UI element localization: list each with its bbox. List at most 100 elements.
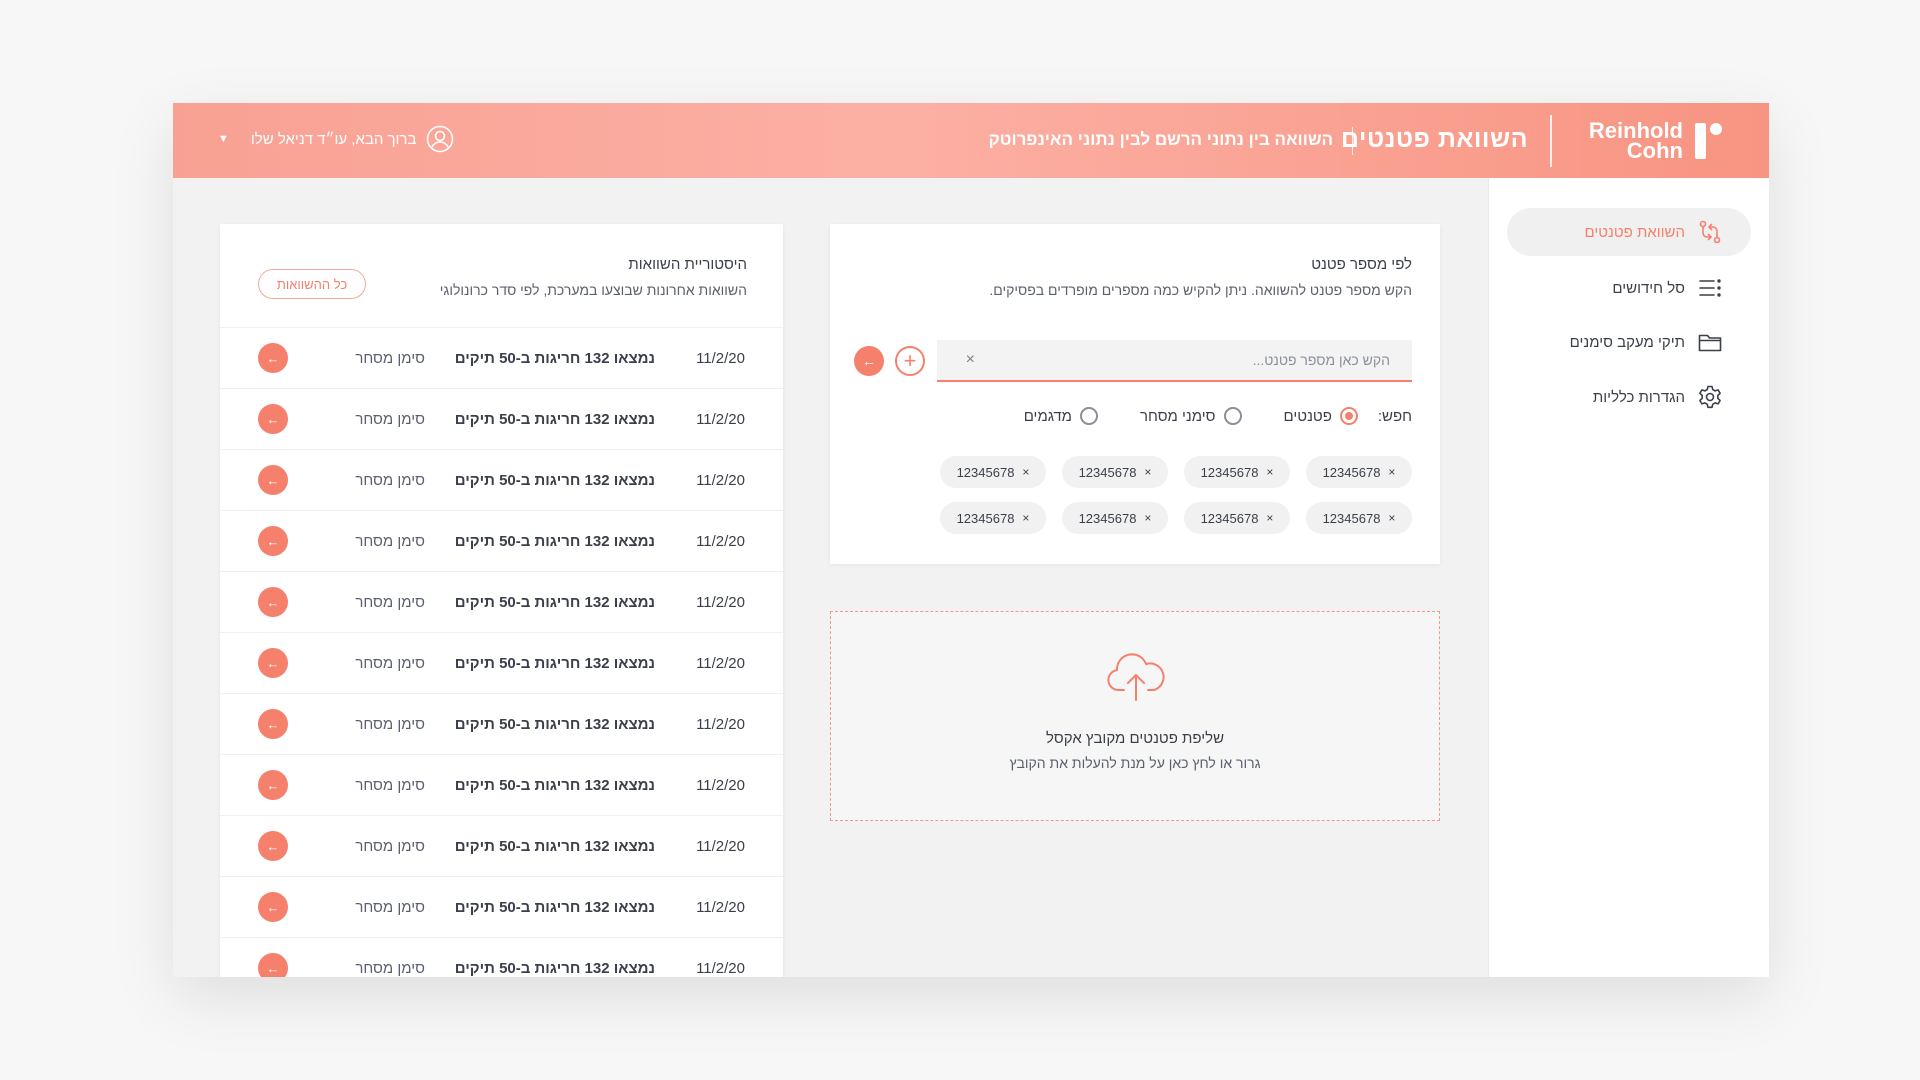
- chip-remove-icon[interactable]: ×: [1266, 511, 1273, 525]
- caret-down-icon[interactable]: ▼: [218, 133, 229, 145]
- history-row[interactable]: 11/2/20 נמצאו 132 חריגות ב-50 תיקים סימן…: [220, 328, 783, 389]
- chip-label: 12345678: [1200, 464, 1259, 480]
- chip-remove-icon[interactable]: ×: [1022, 511, 1029, 525]
- history-list: 11/2/20 נמצאו 132 חריגות ב-50 תיקים סימן…: [220, 327, 783, 977]
- logo[interactable]: Reinhold Cohn: [1577, 119, 1727, 163]
- row-summary: נמצאו 132 חריגות ב-50 תיקים: [454, 410, 655, 428]
- row-date: 11/2/20: [696, 715, 745, 733]
- arrow-left-icon[interactable]: ←: [258, 770, 288, 800]
- chip-label: 12345678: [1078, 510, 1137, 526]
- row-type: סימן מסחר: [355, 471, 425, 489]
- row-summary: נמצאו 132 חריגות ב-50 תיקים: [454, 959, 655, 977]
- sidebar-item-label: סל חידושים: [1612, 279, 1685, 297]
- logo-mark-icon: [1693, 119, 1727, 163]
- history-row[interactable]: 11/2/20 נמצאו 132 חריגות ב-50 תיקים סימן…: [220, 877, 783, 938]
- history-row[interactable]: 11/2/20 נמצאו 132 חריגות ב-50 תיקים סימן…: [220, 694, 783, 755]
- patent-chip: × 12345678: [940, 502, 1046, 534]
- excel-upload-dropzone[interactable]: שליפת פטנטים מקובץ אקסל גרור או לחץ כאן …: [830, 611, 1440, 821]
- filter-radio-trademarks[interactable]: סימני מסחר: [1140, 407, 1242, 425]
- history-row[interactable]: 11/2/20 נמצאו 132 חריגות ב-50 תיקים סימן…: [220, 450, 783, 511]
- upload-title: שליפת פטנטים מקובץ אקסל: [1045, 730, 1225, 747]
- chip-remove-icon[interactable]: ×: [1144, 511, 1151, 525]
- row-date: 11/2/20: [696, 471, 745, 489]
- list-icon: [1699, 279, 1721, 297]
- chip-remove-icon[interactable]: ×: [1022, 465, 1029, 479]
- arrow-left-icon[interactable]: ←: [258, 648, 288, 678]
- chip-label: 12345678: [1322, 464, 1381, 480]
- history-row[interactable]: 11/2/20 נמצאו 132 חריגות ב-50 תיקים סימן…: [220, 633, 783, 694]
- submit-search-button[interactable]: ←: [854, 346, 884, 376]
- history-row[interactable]: 11/2/20 נמצאו 132 חריגות ב-50 תיקים סימן…: [220, 755, 783, 816]
- row-summary: נמצאו 132 חריגות ב-50 תיקים: [454, 471, 655, 489]
- search-card-description: הקש מספר פטנט להשוואה. ניתן להקיש כמה מס…: [989, 282, 1412, 298]
- clear-input-icon[interactable]: ×: [966, 351, 975, 369]
- chip-remove-icon[interactable]: ×: [1266, 465, 1273, 479]
- filter-radio-patents[interactable]: פטנטים: [1284, 407, 1358, 425]
- row-date: 11/2/20: [696, 410, 745, 428]
- all-comparisons-button[interactable]: כל ההשוואות: [258, 269, 366, 299]
- filter-label: חפש:: [1377, 407, 1412, 425]
- top-header: Reinhold Cohn השוואת פטנטים השוואה בין נ…: [173, 103, 1769, 178]
- arrow-left-icon[interactable]: ←: [258, 343, 288, 373]
- arrow-left-icon[interactable]: ←: [258, 953, 288, 977]
- patent-chip: × 12345678: [1306, 502, 1412, 534]
- radio-label: סימני מסחר: [1139, 407, 1216, 425]
- sidebar-item-innovations[interactable]: סל חידושים: [1507, 264, 1751, 312]
- row-date: 11/2/20: [696, 776, 745, 794]
- history-row[interactable]: 11/2/20 נמצאו 132 חריגות ב-50 תיקים סימן…: [220, 816, 783, 877]
- row-type: סימן מסחר: [355, 349, 425, 367]
- header-divider: [1550, 115, 1552, 167]
- add-patent-button[interactable]: +: [895, 346, 925, 376]
- arrow-left-icon[interactable]: ←: [258, 587, 288, 617]
- history-row[interactable]: 11/2/20 נמצאו 132 חריגות ב-50 תיקים סימן…: [220, 389, 783, 450]
- filter-radio-designs[interactable]: מדגמים: [1024, 407, 1098, 425]
- history-row[interactable]: 11/2/20 נמצאו 132 חריגות ב-50 תיקים סימן…: [220, 938, 783, 977]
- patent-chip: × 12345678: [1062, 502, 1168, 534]
- history-row[interactable]: 11/2/20 נמצאו 132 חריגות ב-50 תיקים סימן…: [220, 511, 783, 572]
- user-greeting: ברוך הבא, עו״ד דניאל שלו: [250, 130, 417, 148]
- chip-remove-icon[interactable]: ×: [1144, 465, 1151, 479]
- cloud-upload-icon: [1107, 653, 1165, 701]
- row-summary: נמצאו 132 חריגות ב-50 תיקים: [454, 654, 655, 672]
- arrow-left-icon[interactable]: ←: [258, 709, 288, 739]
- user-menu[interactable]: ברוך הבא, עו״ד דניאל שלו ▼: [218, 125, 454, 153]
- patent-chips: × 12345678 × 12345678 × 12345678 × 12345678 …: [922, 456, 1412, 534]
- search-row: × + ←: [854, 340, 1412, 384]
- chip-remove-icon[interactable]: ×: [1388, 465, 1395, 479]
- chip-remove-icon[interactable]: ×: [1388, 511, 1395, 525]
- search-card-title: לפי מספר פטנט: [1311, 256, 1412, 273]
- compare-arrows-icon: [1699, 220, 1721, 244]
- arrow-left-icon[interactable]: ←: [258, 892, 288, 922]
- patent-chip: × 12345678: [1306, 456, 1412, 488]
- title-separator: [1352, 127, 1353, 155]
- row-type: סימן מסחר: [355, 532, 425, 550]
- sidebar-item-settings[interactable]: הגדרות כלליות: [1507, 373, 1751, 421]
- row-date: 11/2/20: [696, 593, 745, 611]
- page-title: השוואת פטנטים: [1340, 125, 1528, 153]
- row-type: סימן מסחר: [355, 837, 425, 855]
- history-description: השוואות אחרונות שבוצעו במערכת, לפי סדר כ…: [439, 282, 747, 298]
- chip-label: 12345678: [1322, 510, 1381, 526]
- row-type: סימן מסחר: [355, 715, 425, 733]
- sidebar-item-label: תיקי מעקב סימנים: [1569, 333, 1685, 351]
- sidebar-item-label: הגדרות כלליות: [1592, 388, 1685, 406]
- row-summary: נמצאו 132 חריגות ב-50 תיקים: [454, 532, 655, 550]
- row-date: 11/2/20: [696, 959, 745, 977]
- arrow-left-icon[interactable]: ←: [258, 526, 288, 556]
- row-summary: נמצאו 132 חריגות ב-50 תיקים: [454, 715, 655, 733]
- arrow-left-icon[interactable]: ←: [258, 465, 288, 495]
- row-date: 11/2/20: [696, 532, 745, 550]
- folder-icon: [1698, 334, 1722, 352]
- sidebar-item-trademark-files[interactable]: תיקי מעקב סימנים: [1507, 318, 1751, 366]
- sidebar-item-compare-patents[interactable]: השוואת פטנטים: [1507, 208, 1751, 256]
- row-summary: נמצאו 132 חריגות ב-50 תיקים: [454, 349, 655, 367]
- comparison-history-card: היסטוריית השוואות השוואות אחרונות שבוצעו…: [220, 224, 783, 977]
- arrow-left-icon[interactable]: ←: [258, 404, 288, 434]
- patent-chip: × 12345678: [940, 456, 1046, 488]
- row-type: סימן מסחר: [355, 959, 425, 977]
- radio-label: פטנטים: [1283, 407, 1332, 425]
- chip-label: 12345678: [956, 464, 1015, 480]
- history-row[interactable]: 11/2/20 נמצאו 132 חריגות ב-50 תיקים סימן…: [220, 572, 783, 633]
- patent-number-input[interactable]: [937, 340, 1412, 382]
- arrow-left-icon[interactable]: ←: [258, 831, 288, 861]
